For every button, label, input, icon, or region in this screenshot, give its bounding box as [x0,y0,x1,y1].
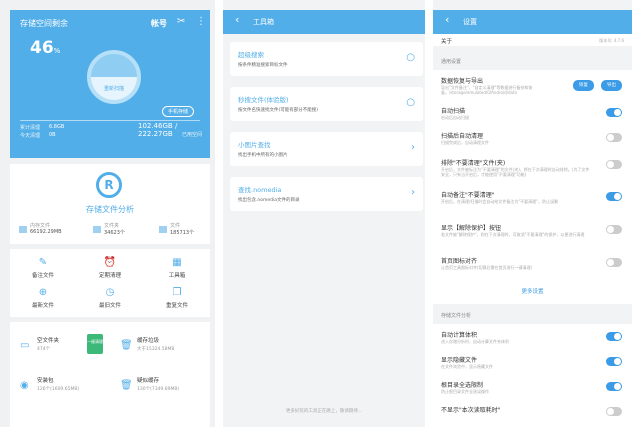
toolbox-screen: ‹ 工具箱 超级搜索 按条件精准搜索目标文件 ○ 秒搜文件(体验版) 按文件名快速找… [215,0,425,427]
more-settings-link[interactable]: 更多设置 [433,287,632,295]
search-icon: ○ [406,52,415,63]
job-empty-folder[interactable]: ▭ 空文件夹 474个 一键清理 [10,330,108,368]
back-icon[interactable]: ‹ [445,13,449,26]
storage-ring[interactable]: 重新扫描 [87,50,141,104]
clean-jobs: ▭ 空文件夹 474个 一键清理 🗑 缓存垃圾 大于15324.58MB ◉ 安装包… [10,322,210,427]
toggle-switch[interactable] [606,357,622,366]
general-header: 通用设置 [441,59,462,65]
toggle-switch[interactable] [606,258,622,267]
toggle-switch[interactable] [606,332,622,341]
grid-item-notes[interactable]: ✎ 备注文件 [10,257,76,279]
grid-item-newest[interactable]: ⊕ 最新文件 [10,287,76,309]
card-quick-search[interactable]: 秒搜文件(体验版) 按文件名快速找文件(可能有部分不能搜) ○ [230,87,423,121]
analysis-settings: 自动计算体积 进入存储分析时，自动计算文件夹体积 显示隐藏文件 在文件浏览中，显示隐… [433,324,632,427]
settings-header: ‹ 设置 [433,10,632,34]
storage-title: 存储空间剩余 [20,19,68,28]
setting-root-select[interactable]: 根目录全选限制 防止根目录文件全选误操作 [433,380,632,400]
android-icon: ◉ [20,380,29,391]
storage-analysis-card[interactable]: R 存储文件分析 内存文件 66192.29MB 文件夹 34623个 文件 1857… [10,164,210,244]
about-row[interactable]: 关于 版本号: 4.7.6 [433,34,632,46]
setting-unprotect[interactable]: 显示【解除保护】按钮 若文件被"解除保护"，则在下次清理时，可取消"不要清理"的保… [433,223,632,249]
home-screen: 存储空间剩余 帐号 ✂ ⋮ 46% 重新扫描 手机存储 累计清理 6.8GB 今… [0,0,215,427]
setting-exclude[interactable]: 排除"不要清理"文件(夹) 开启后，文件被标注为"不要清理"的文件(夹)，将在下次… [433,158,632,184]
toggle-switch[interactable] [606,382,622,391]
card-super-search[interactable]: 超级搜索 按条件精准搜索目标文件 ○ [230,42,423,76]
cleaned-value: 6.8GB [49,124,65,130]
restore-button[interactable]: 恢复 [573,80,594,91]
job-apk[interactable]: ◉ 安装包 126个(1609.65MB) [10,370,108,408]
new-file-icon: ⊕ [38,287,48,298]
feature-grid: ✎ 备注文件 ⏰ 定期清理 ▦ 工具箱 ⊕ 最新文件 ◷ 最旧文件 ❐ 重复文件 [10,249,210,317]
card-nomedia[interactable]: 查找.nomedia 找出包含.nomedia文件的目录 › [230,177,423,211]
toolbox-footer: 更多好玩的工具正在路上，敬请期待... [285,409,363,414]
phone-storage-button[interactable]: 手机存储 [162,106,195,117]
toolbox-header: ‹ 工具箱 [223,10,425,34]
duplicate-icon: ❐ [172,287,182,298]
used-space-label: 已用空间 [182,132,203,138]
tools-icon[interactable]: ✂ [177,16,185,27]
toolbox-icon: ▦ [172,257,182,268]
trash-icon: 🗑 [120,380,133,391]
analysis-title: 存储文件分析 [86,205,134,214]
stat-memory: 内存文件 66192.29MB [19,222,62,235]
setting-auto-clean[interactable]: 扫描后自动清理 扫描完成后，自动清理文件 [433,131,632,151]
grid-item-oldest[interactable]: ◷ 最旧文件 [77,287,143,309]
card-small-images[interactable]: 小图片查找 找出手机中所有的小图片 › [230,132,423,166]
cleaned-label: 累计清理 [20,125,41,131]
divider [20,120,200,121]
folder-icon [93,226,101,233]
setting-auto-scan[interactable]: 自动扫描 启动后自动扫描 [433,106,632,126]
chevron-right-icon: › [411,142,415,153]
today-value: 0B [49,132,56,138]
settings-screen: ‹ 设置 关于 版本号: 4.7.6 通用设置 数据恢复与导出 导出"文件备注"… [425,0,640,427]
back-icon[interactable]: ‹ [235,13,239,26]
grid-item-toolbox[interactable]: ▦ 工具箱 [144,257,210,279]
settings-title: 设置 [463,18,477,26]
job-suspected-cache[interactable]: 🗑 疑似缓存 130个(7349.89MB) [110,370,208,408]
setting-icon-align[interactable]: 首页图标对齐 让首页工具图标对齐(切换后需在首页进行一键清理) [433,256,632,276]
search-icon: ○ [406,97,415,108]
version-text: 版本号: 4.7.6 [599,38,624,43]
file-icon [159,226,167,233]
general-settings: 数据恢复与导出 导出"文件备注"、"自定义清理"等数据进行备份和恢复。/stor… [433,70,632,304]
backup-row[interactable]: 数据恢复与导出 导出"文件备注"、"自定义清理"等数据进行备份和恢复。/stor… [433,76,632,98]
toolbox-title: 工具箱 [253,18,274,26]
rescan-label: 重新扫描 [103,86,124,92]
toggle-switch[interactable] [606,407,622,416]
grid-item-duplicate[interactable]: ❐ 重复文件 [144,287,210,309]
settings-body: 关于 版本号: 4.7.6 通用设置 数据恢复与导出 导出"文件备注"、"自定义… [433,34,632,427]
export-button[interactable]: 导出 [601,80,622,91]
more-icon[interactable]: ⋮ [196,16,206,27]
gap [632,0,640,427]
toggle-switch[interactable] [606,108,622,117]
trash-icon: 🗑 [120,340,133,351]
gap [215,0,223,427]
chevron-right-icon: › [411,187,415,198]
today-label: 今天清理 [20,133,41,139]
toggle-switch[interactable] [606,225,622,234]
storage-percent: 46% [30,38,61,58]
gap [425,0,433,427]
setting-hidden-files[interactable]: 显示隐藏文件 在文件浏览中，显示隐藏文件 [433,355,632,375]
storage-card: 存储空间剩余 帐号 ✂ ⋮ 46% 重新扫描 手机存储 累计清理 6.8GB 今… [10,10,210,158]
old-file-icon: ◷ [105,287,115,298]
account-button[interactable]: 帐号 [151,18,167,29]
toggle-switch[interactable] [606,133,622,142]
setting-read-time[interactable]: 不显示"本次读取耗时" [433,405,632,425]
job-cache-trash[interactable]: 🗑 缓存垃圾 大于15324.58MB [110,330,208,368]
setting-auto-note[interactable]: 自动备注"不要清理" 开启后，在清理/扫描时会自动给文件备注为"不要清理"，防止误… [433,190,632,216]
analysis-icon: R [96,172,122,198]
one-click-clean-button[interactable]: 一键清理 [87,334,103,354]
folder-icon: ▭ [20,340,30,351]
toggle-switch[interactable] [606,192,622,201]
toggle-switch[interactable] [606,160,622,169]
stat-files: 文件 185713个 [159,222,194,236]
grid-item-schedule[interactable]: ⏰ 定期清理 [77,257,143,279]
stat-folders: 文件夹 34623个 [93,222,125,236]
setting-auto-size[interactable]: 自动计算体积 进入存储分析时，自动计算文件夹体积 [433,330,632,350]
alarm-icon: ⏰ [103,257,117,268]
memory-icon [19,226,27,233]
edit-icon: ✎ [38,257,48,268]
analysis-header: 存储文件分析 [441,313,472,319]
